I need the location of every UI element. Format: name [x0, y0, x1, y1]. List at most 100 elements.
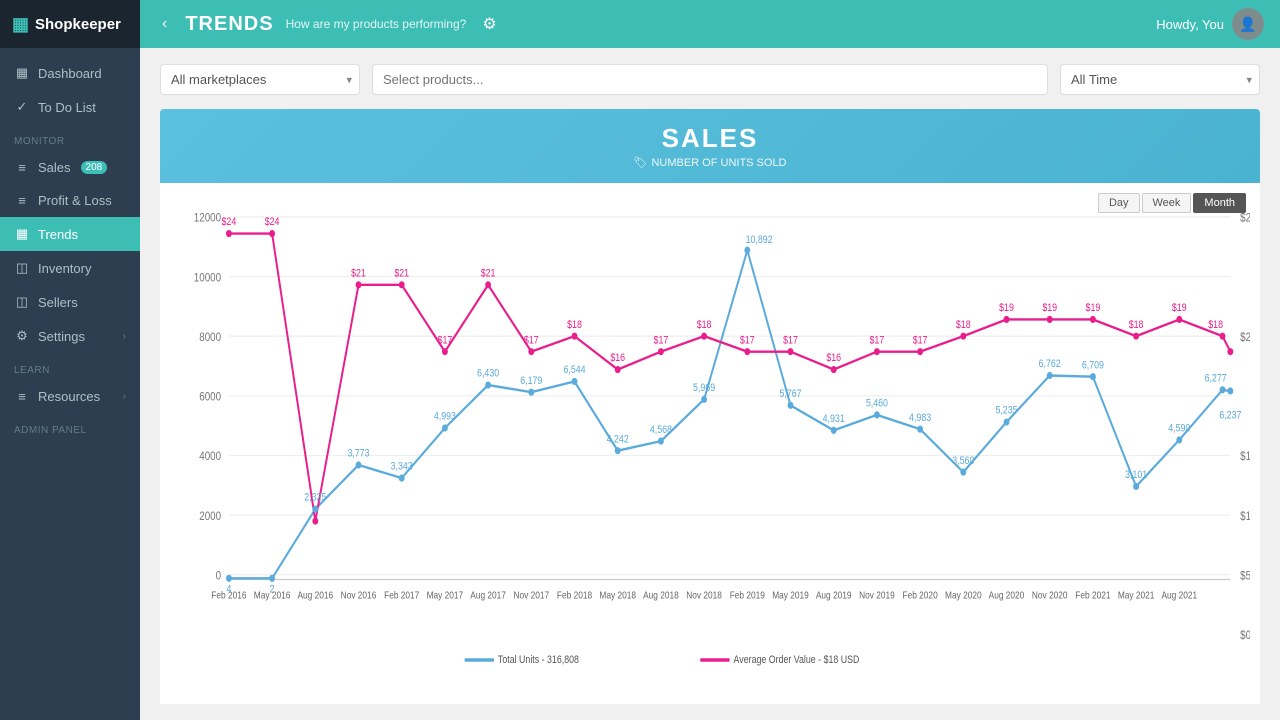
aov-point — [269, 230, 275, 237]
sidebar-logo: ▦ Shopkeeper — [0, 0, 140, 48]
legend-units-label: Total Units - 316,808 — [498, 654, 579, 666]
svg-text:3,773: 3,773 — [347, 448, 370, 460]
svg-text:$17: $17 — [654, 335, 669, 347]
sales-subtitle-icon: 🏷 — [633, 156, 647, 169]
month-toggle-button[interactable]: Month — [1193, 193, 1246, 213]
sidebar-item-sales[interactable]: ≡ Sales 208 — [0, 151, 140, 184]
svg-text:6,277: 6,277 — [1205, 373, 1227, 385]
sidebar-item-inventory[interactable]: ◫ Inventory — [0, 251, 140, 285]
view-toggle-group: Day Week Month — [1098, 193, 1246, 213]
aov-point — [744, 348, 750, 355]
svg-text:$18: $18 — [1208, 319, 1223, 331]
svg-text:4000: 4000 — [199, 450, 221, 463]
aov-point — [1227, 348, 1233, 355]
todo-icon: ✓ — [14, 99, 30, 115]
svg-text:Nov 2019: Nov 2019 — [859, 590, 895, 601]
resources-icon: ≡ — [14, 389, 30, 404]
sidebar-item-label: Inventory — [38, 261, 91, 276]
aov-point — [874, 348, 880, 355]
svg-text:May 2019: May 2019 — [772, 590, 809, 601]
sidebar-nav: ▦ Dashboard ✓ To Do List MONITOR ≡ Sales… — [0, 48, 140, 720]
svg-text:5,235: 5,235 — [995, 405, 1018, 417]
aov-point — [917, 348, 923, 355]
week-toggle-button[interactable]: Week — [1142, 193, 1192, 213]
unit-point — [917, 426, 923, 433]
unit-point — [1227, 387, 1233, 394]
trend-chart: 12000 10000 8000 6000 4000 2000 0 $25 $2… — [170, 193, 1250, 694]
logo-icon: ▦ — [12, 14, 29, 35]
sidebar-item-dashboard[interactable]: ▦ Dashboard — [0, 56, 140, 90]
time-select-wrapper: All Time ▾ — [1060, 64, 1260, 95]
svg-text:May 2016: May 2016 — [254, 590, 291, 601]
svg-text:Nov 2020: Nov 2020 — [1032, 590, 1068, 601]
svg-text:May 2018: May 2018 — [599, 590, 636, 601]
sales-subtitle-text: NUMBER OF UNITS SOLD — [651, 157, 786, 169]
svg-text:$18: $18 — [567, 319, 582, 331]
sidebar-item-profit[interactable]: ≡ Profit & Loss — [0, 184, 140, 217]
svg-text:12000: 12000 — [194, 212, 221, 225]
svg-text:May 2021: May 2021 — [1118, 590, 1155, 601]
svg-text:6000: 6000 — [199, 391, 221, 404]
profit-icon: ≡ — [14, 193, 30, 208]
sidebar-item-todo[interactable]: ✓ To Do List — [0, 90, 140, 124]
unit-point — [658, 438, 664, 445]
svg-text:3,560: 3,560 — [952, 455, 975, 467]
settings-gear-icon[interactable]: ⚙ — [482, 14, 496, 34]
unit-point — [1133, 483, 1139, 490]
sidebar-item-label: Sales — [38, 160, 71, 175]
svg-text:4,993: 4,993 — [434, 411, 457, 423]
svg-text:$0: $0 — [1240, 629, 1250, 642]
sidebar-item-settings[interactable]: ⚙ Settings › — [0, 319, 140, 353]
svg-text:Feb 2019: Feb 2019 — [730, 590, 765, 601]
svg-text:2000: 2000 — [199, 510, 221, 523]
sidebar-item-resources[interactable]: ≡ Resources › — [0, 380, 140, 413]
svg-text:10000: 10000 — [194, 271, 221, 284]
legend-units-line — [465, 658, 494, 662]
back-button[interactable]: ‹ — [156, 15, 173, 33]
inventory-icon: ◫ — [14, 260, 30, 276]
svg-text:$20: $20 — [1240, 331, 1250, 344]
svg-text:Aug 2019: Aug 2019 — [816, 590, 852, 601]
aov-point — [1176, 316, 1182, 323]
svg-text:$10: $10 — [1240, 510, 1250, 523]
settings-chevron-icon: › — [123, 331, 126, 342]
chart-container: Day Week Month 12000 10000 — [160, 183, 1260, 704]
svg-text:4,931: 4,931 — [823, 413, 845, 425]
svg-text:$17: $17 — [913, 335, 928, 347]
unit-point — [1047, 372, 1053, 379]
svg-text:4,983: 4,983 — [909, 412, 932, 424]
sidebar-item-trends[interactable]: ▦ Trends — [0, 217, 140, 251]
page-content: All marketplaces ▾ All Time ▾ SALES 🏷 NU… — [140, 48, 1280, 720]
sidebar-item-sellers[interactable]: ◫ Sellers — [0, 285, 140, 319]
svg-text:3,343: 3,343 — [391, 461, 414, 473]
svg-text:6,544: 6,544 — [563, 364, 586, 376]
svg-text:Feb 2020: Feb 2020 — [903, 590, 938, 601]
svg-text:5,460: 5,460 — [866, 398, 889, 410]
day-toggle-button[interactable]: Day — [1098, 193, 1140, 213]
svg-text:6,237: 6,237 — [1219, 410, 1241, 422]
svg-text:Aug 2021: Aug 2021 — [1161, 590, 1197, 601]
svg-text:$18: $18 — [956, 319, 971, 331]
svg-text:6,179: 6,179 — [520, 375, 542, 387]
page-header: ‹ TRENDS How are my products performing?… — [140, 0, 1280, 48]
aov-point — [615, 366, 621, 373]
svg-text:$18: $18 — [1129, 319, 1144, 331]
unit-point — [485, 381, 491, 388]
time-select[interactable]: All Time — [1060, 64, 1260, 95]
svg-text:$5: $5 — [1240, 570, 1250, 583]
filters-row: All marketplaces ▾ All Time ▾ — [160, 64, 1260, 95]
svg-text:6,762: 6,762 — [1039, 358, 1061, 370]
marketplace-select[interactable]: All marketplaces — [160, 64, 360, 95]
aov-point — [442, 348, 448, 355]
dashboard-icon: ▦ — [14, 65, 30, 81]
avatar: 👤 — [1232, 8, 1264, 40]
trends-icon: ▦ — [14, 226, 30, 242]
aov-point — [701, 333, 707, 340]
aov-point — [1004, 316, 1010, 323]
products-input[interactable] — [372, 64, 1048, 95]
svg-text:Feb 2018: Feb 2018 — [557, 590, 592, 601]
svg-text:May 2017: May 2017 — [427, 590, 464, 601]
sales-icon: ≡ — [14, 160, 30, 175]
aov-point — [658, 348, 664, 355]
svg-text:0: 0 — [216, 570, 221, 583]
